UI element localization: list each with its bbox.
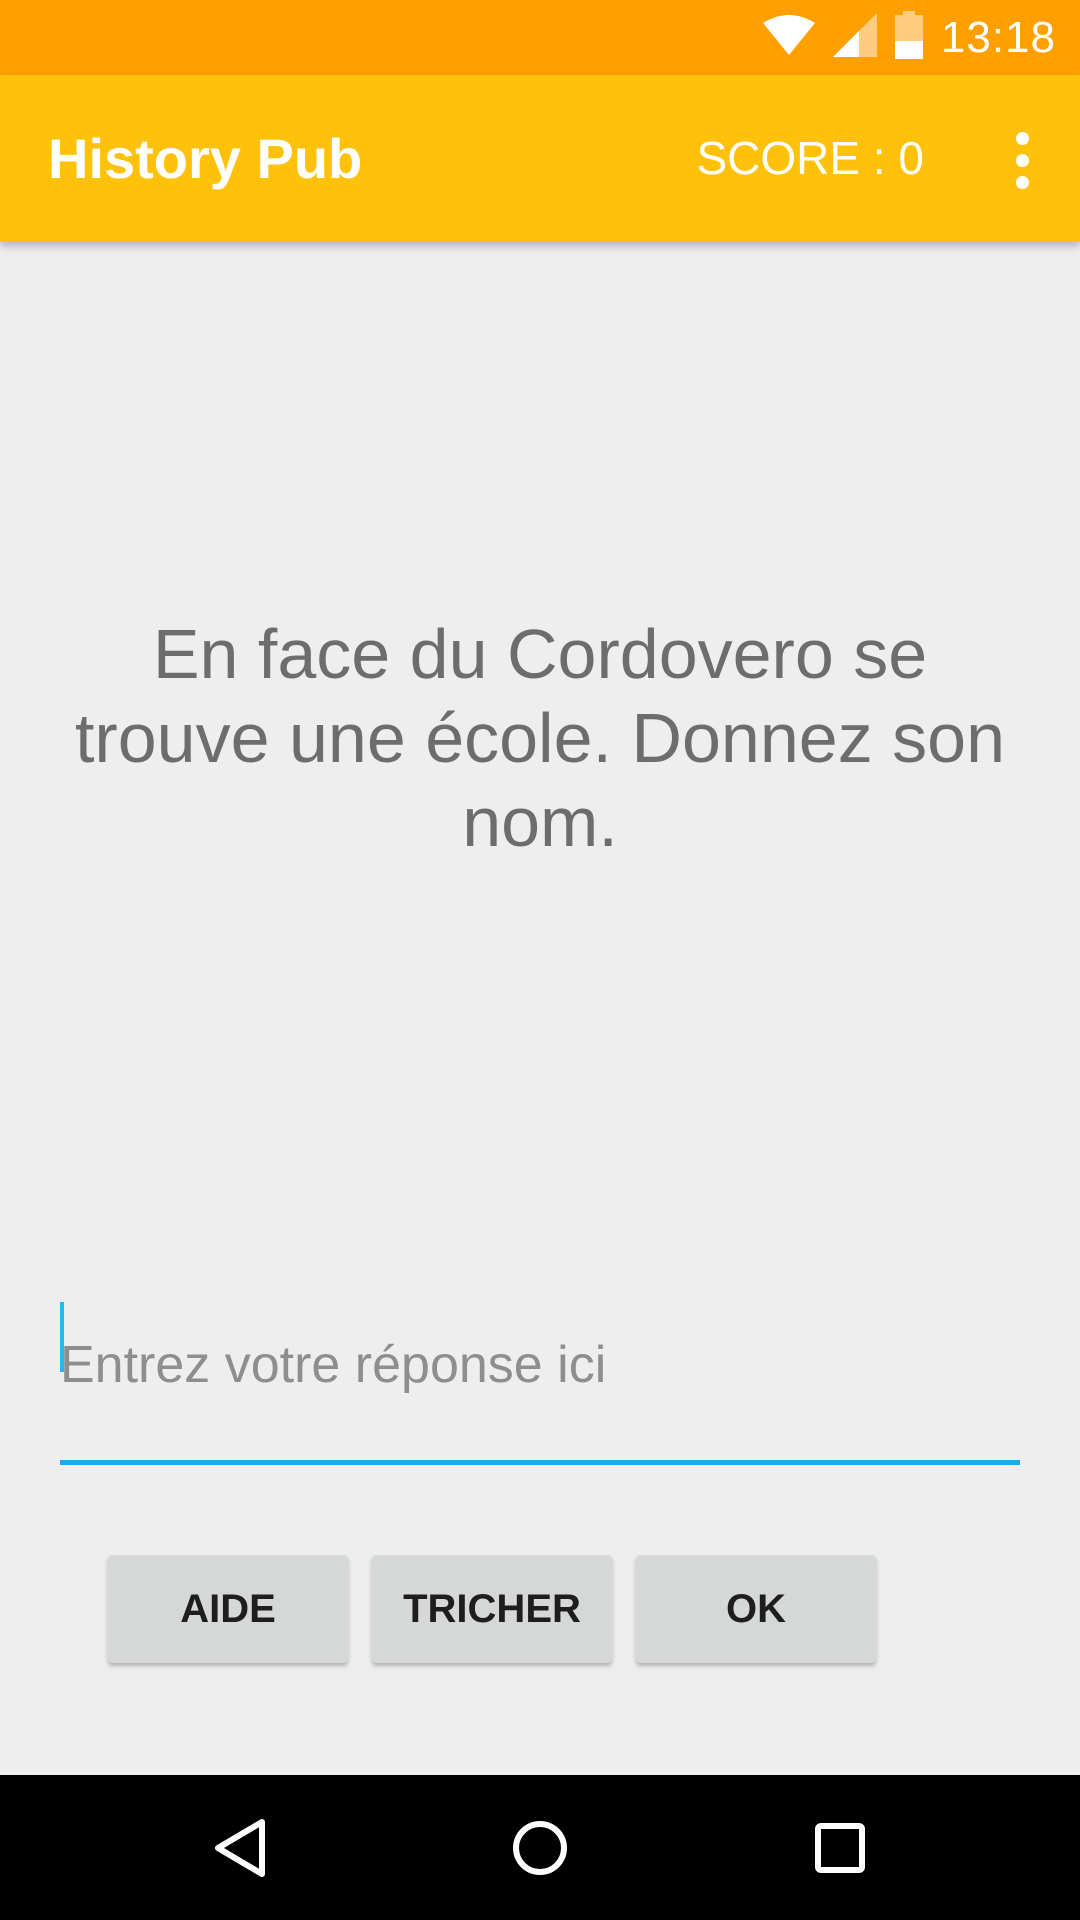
app-title: History Pub <box>48 127 363 190</box>
answer-input[interactable] <box>60 1310 1020 1420</box>
status-icons: 13:18 <box>762 0 1056 75</box>
navigation-bar <box>0 1775 1080 1920</box>
text-cursor <box>60 1302 64 1372</box>
back-icon[interactable] <box>170 1775 310 1920</box>
help-button[interactable]: AIDE <box>108 1555 348 1663</box>
battery-icon <box>894 11 923 64</box>
ok-button[interactable]: OK <box>636 1555 876 1663</box>
answer-underline <box>60 1460 1020 1465</box>
cell-signal-icon <box>832 13 877 62</box>
cheat-button[interactable]: TRICHER <box>372 1555 612 1663</box>
recents-icon[interactable] <box>770 1775 910 1920</box>
app-bar: History Pub SCORE : 0 <box>0 75 1080 242</box>
app-screen: 13:18 History Pub SCORE : 0 En face du C… <box>0 0 1080 1920</box>
home-icon[interactable] <box>470 1775 610 1920</box>
more-vert-icon[interactable] <box>992 125 1052 195</box>
answer-field-container <box>60 1290 1020 1466</box>
button-row: AIDE TRICHER OK <box>108 1555 876 1663</box>
question-text: En face du Cordovero se trouve une école… <box>74 615 1006 861</box>
wifi-icon <box>762 15 815 60</box>
score-label: SCORE : 0 <box>696 132 924 184</box>
status-time: 13:18 <box>940 12 1056 62</box>
status-bar: 13:18 <box>0 0 1080 75</box>
